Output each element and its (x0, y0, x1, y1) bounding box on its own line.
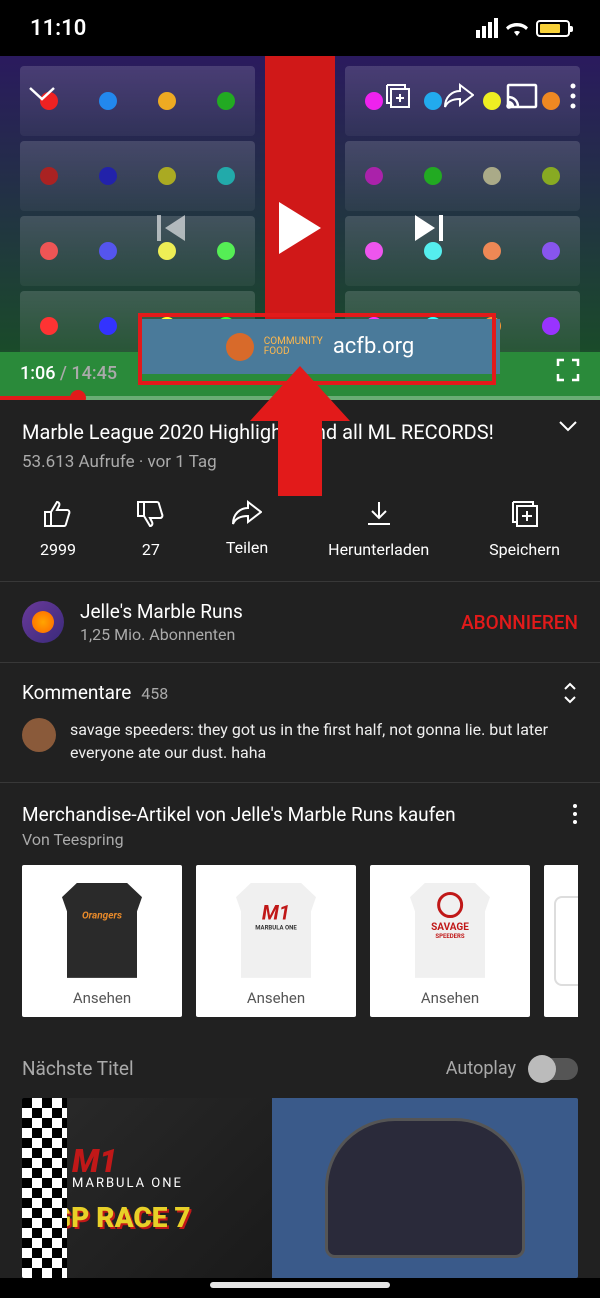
video-title[interactable]: Marble League 2020 Highlights and all ML… (22, 420, 558, 444)
autoplay-toggle[interactable] (530, 1058, 578, 1080)
video-player[interactable]: COMMUNITYFOOD acfb.org 1:06 / 14:45 (0, 56, 600, 400)
save-button[interactable]: Speichern (489, 500, 560, 559)
comment-text: savage speeders: they got us in the firs… (70, 718, 578, 764)
merch-subtitle: Von Teespring (22, 830, 456, 849)
video-info: Marble League 2020 Highlights and all ML… (0, 400, 600, 482)
ad-banner[interactable]: COMMUNITYFOOD acfb.org (140, 319, 500, 374)
channel-avatar[interactable] (22, 601, 64, 643)
status-bar: 11:10 (0, 0, 600, 56)
merch-card[interactable] (544, 865, 578, 1017)
merch-view-button[interactable]: Ansehen (247, 989, 305, 1007)
expand-icon[interactable] (558, 420, 578, 432)
comments-count: 458 (141, 684, 168, 703)
video-meta: 53.613 Aufrufe · vor 1 Tag (22, 452, 578, 472)
dislike-button[interactable]: 27 (136, 500, 166, 559)
merch-view-button[interactable]: Ansehen (73, 989, 131, 1007)
next-video-thumbnail[interactable]: M1 MARBULA ONE GP RACE 7 (22, 1098, 578, 1278)
more-icon[interactable] (570, 83, 576, 109)
autoplay-label: Autoplay (446, 1058, 516, 1079)
chevron-down-icon[interactable] (28, 86, 56, 102)
merch-section: Merchandise-Artikel von Jelle's Marble R… (0, 783, 600, 1033)
status-indicators (476, 18, 570, 38)
action-bar: 2999 27 Teilen Herunterladen Speichern (0, 482, 600, 582)
merch-card[interactable]: Orangers Ansehen (22, 865, 182, 1017)
wifi-icon (506, 20, 528, 36)
battery-icon (536, 20, 570, 37)
comments-label: Kommentare (22, 681, 131, 704)
download-icon (366, 500, 392, 528)
play-icon[interactable] (279, 202, 321, 254)
next-icon[interactable] (411, 211, 445, 245)
channel-name: Jelle's Marble Runs (80, 600, 461, 623)
home-indicator[interactable] (210, 1282, 390, 1288)
save-icon (511, 500, 539, 528)
progress-bar[interactable] (0, 396, 600, 400)
download-button[interactable]: Herunterladen (328, 500, 429, 559)
status-time: 11:10 (30, 16, 86, 41)
banner-subtext: COMMUNITYFOOD (264, 337, 323, 357)
thumbs-up-icon (43, 500, 73, 528)
merch-carousel[interactable]: Orangers Ansehen M1MARBULA ONE Ansehen S… (22, 865, 578, 1017)
comments-section[interactable]: Kommentare 458 savage speeders: they got … (0, 663, 600, 783)
merch-card[interactable]: M1MARBULA ONE Ansehen (196, 865, 356, 1017)
subscribe-button[interactable]: ABONNIEREN (461, 611, 578, 634)
channel-subs: 1,25 Mio. Abonnenten (80, 625, 461, 644)
duration: 14:45 (71, 363, 117, 384)
expand-collapse-icon[interactable] (562, 682, 578, 704)
time-display: 1:06 / 14:45 (20, 363, 117, 384)
merch-card[interactable]: SAVAGESPEEDERS Ansehen (370, 865, 530, 1017)
upnext-label: Nächste Titel (22, 1057, 134, 1080)
like-button[interactable]: 2999 (40, 500, 76, 559)
merch-title: Merchandise-Artikel von Jelle's Marble R… (22, 803, 456, 826)
cast-icon[interactable] (506, 83, 538, 109)
channel-row[interactable]: Jelle's Marble Runs 1,25 Mio. Abonnenten… (0, 582, 600, 663)
previous-icon[interactable] (155, 211, 189, 245)
banner-logo-icon (226, 333, 254, 361)
merch-view-button[interactable]: Ansehen (421, 989, 479, 1007)
share-button[interactable]: Teilen (226, 500, 268, 559)
share-icon[interactable] (444, 83, 474, 109)
add-to-queue-icon[interactable] (384, 82, 412, 110)
cellular-icon (476, 18, 498, 38)
merch-more-icon[interactable] (572, 803, 578, 825)
share-arrow-icon (232, 500, 262, 526)
current-time: 1:06 (20, 363, 55, 384)
upnext-section: Nächste Titel Autoplay M1 MARBULA ONE GP… (0, 1033, 600, 1278)
banner-text: acfb.org (333, 334, 414, 359)
thumbs-down-icon (136, 500, 166, 528)
fullscreen-icon[interactable] (556, 358, 580, 382)
commenter-avatar[interactable] (22, 718, 56, 752)
